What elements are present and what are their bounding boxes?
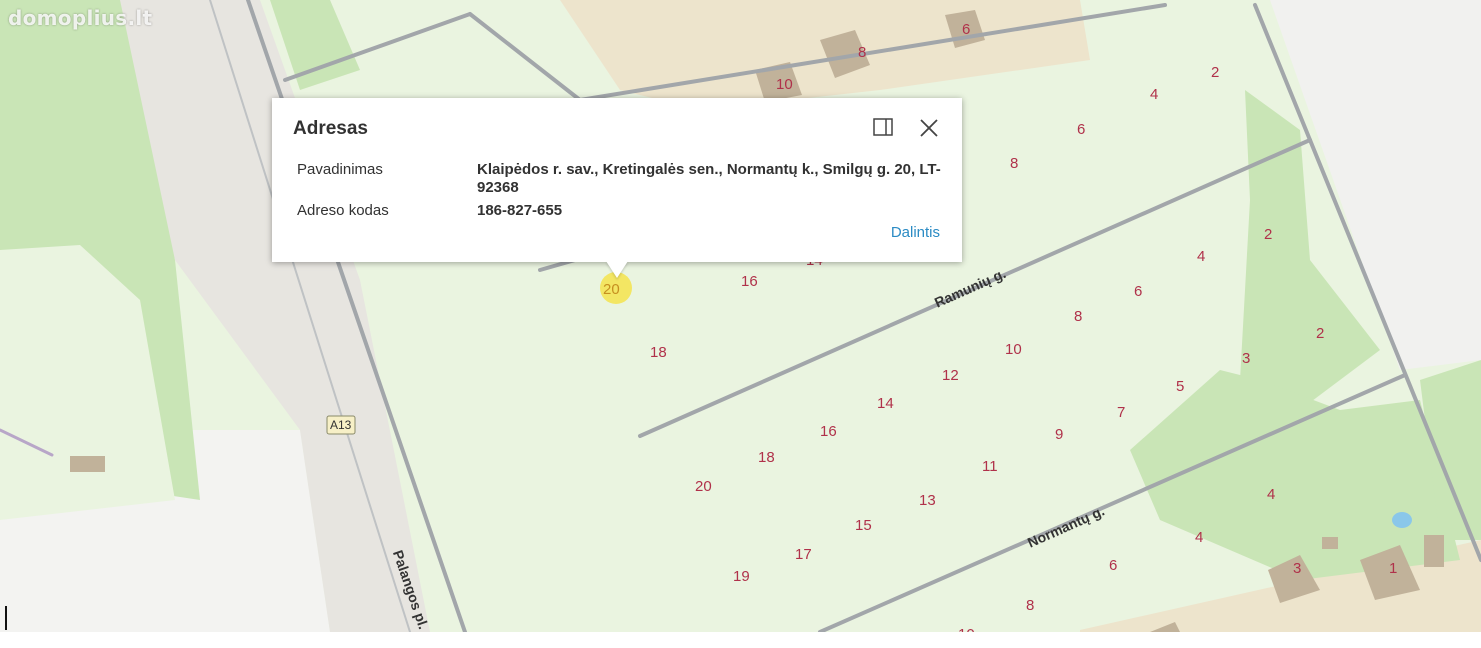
house-number: 8 bbox=[1026, 597, 1035, 614]
house-number: 2 bbox=[1316, 325, 1325, 342]
field-label-code: Adreso kodas bbox=[297, 202, 389, 219]
house-number: 6 bbox=[1109, 557, 1118, 574]
house-number: 4 bbox=[1267, 486, 1276, 503]
house-number: 5 bbox=[1176, 378, 1185, 395]
house-number: 2 bbox=[1211, 64, 1220, 81]
house-number: 6 bbox=[962, 21, 971, 38]
map-base-layer bbox=[0, 0, 1481, 632]
house-number: 9 bbox=[1055, 426, 1064, 443]
house-number: 17 bbox=[795, 546, 812, 563]
house-number: 13 bbox=[919, 492, 936, 509]
house-number: 10 bbox=[776, 76, 793, 93]
house-number: 2 bbox=[1264, 226, 1273, 243]
house-number: 11 bbox=[982, 458, 998, 475]
watermark-logo: domoplius.lt bbox=[8, 6, 153, 30]
house-number: 14 bbox=[877, 395, 894, 412]
house-number: 4 bbox=[1150, 86, 1159, 103]
house-number: 16 bbox=[820, 423, 837, 440]
popup-title: Adresas bbox=[293, 118, 368, 139]
house-number: 10 bbox=[1005, 341, 1022, 358]
house-number: 1 bbox=[1389, 560, 1398, 577]
house-number: 4 bbox=[1195, 529, 1204, 546]
selected-address-number: 20 bbox=[603, 281, 620, 298]
field-label-name: Pavadinimas bbox=[297, 161, 383, 178]
house-number: 7 bbox=[1117, 404, 1126, 421]
house-number: 18 bbox=[758, 449, 775, 466]
house-number: 19 bbox=[733, 568, 750, 585]
house-number: 8 bbox=[1010, 155, 1019, 172]
house-number: 18 bbox=[650, 344, 667, 361]
share-link[interactable]: Dalintis bbox=[891, 224, 940, 241]
close-icon[interactable] bbox=[919, 118, 939, 138]
house-number: 4 bbox=[1197, 248, 1206, 265]
field-value-name: Klaipėdos r. sav., Kretingalės sen., Nor… bbox=[477, 161, 941, 196]
bottom-strip bbox=[0, 632, 1481, 648]
field-value-code: 186-827-655 bbox=[477, 202, 563, 219]
house-number: 6 bbox=[1134, 283, 1143, 300]
house-number: 12 bbox=[942, 367, 959, 384]
house-number: 6 bbox=[1077, 121, 1086, 138]
dock-side-icon[interactable] bbox=[873, 118, 893, 136]
text-cursor bbox=[5, 606, 7, 630]
highway-shield-label: A13 bbox=[330, 418, 352, 432]
house-number: 15 bbox=[855, 517, 872, 534]
house-number: 20 bbox=[695, 478, 712, 495]
address-popup: Adresas Pavadinimas Klaipėdos r. sav., K… bbox=[272, 98, 962, 262]
house-number: 3 bbox=[1293, 560, 1302, 577]
house-number: 3 bbox=[1242, 350, 1251, 367]
map-view[interactable]: A13 Palangos pl. Ramunių g. Normantų g. … bbox=[0, 0, 1481, 632]
house-number: 8 bbox=[1074, 308, 1083, 325]
house-number: 16 bbox=[741, 273, 758, 290]
house-number: 8 bbox=[858, 44, 867, 61]
